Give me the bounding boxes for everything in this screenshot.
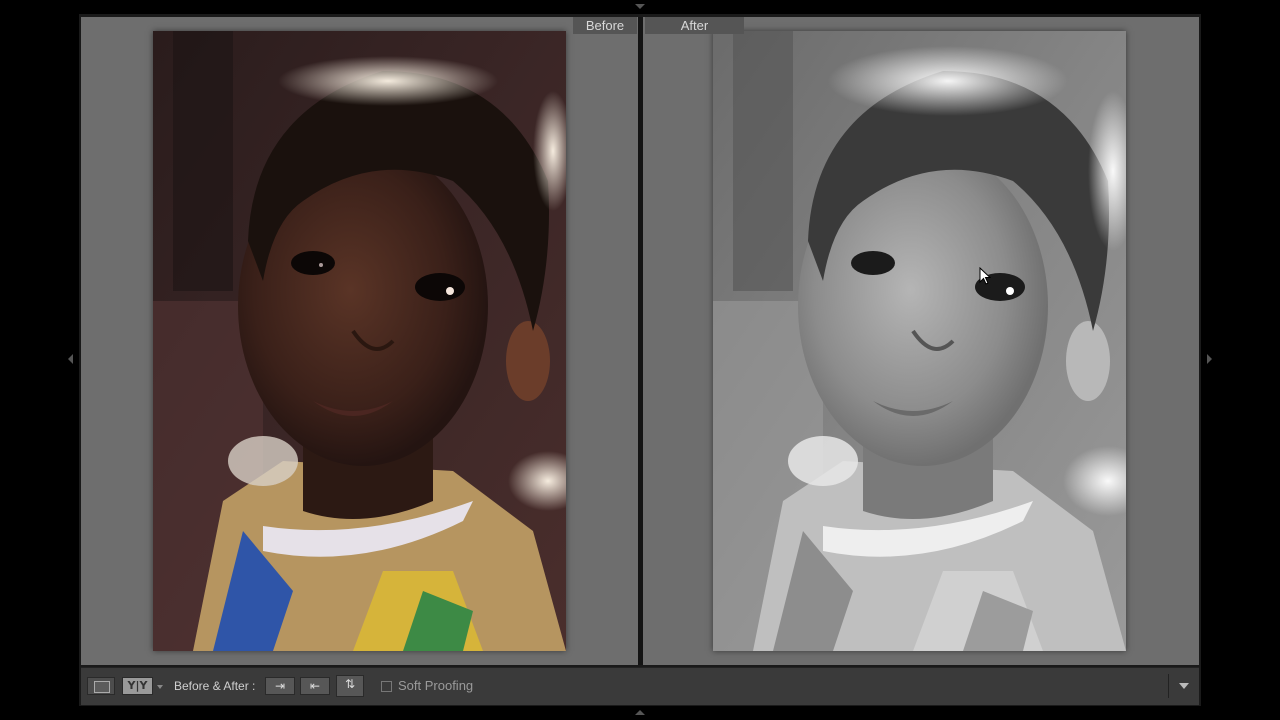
bottom-panel-toggle-icon[interactable]	[635, 710, 645, 715]
after-label: After	[645, 17, 744, 34]
copy-after-to-before-icon: ⇤	[309, 679, 321, 693]
swap-before-after-icon: ⇅	[344, 677, 356, 691]
top-panel-toggle-icon[interactable]	[635, 4, 645, 9]
soft-proofing-checkbox[interactable]	[381, 681, 392, 692]
soft-proofing-label[interactable]: Soft Proofing	[398, 677, 473, 695]
right-panel-toggle-icon[interactable]	[1207, 354, 1212, 364]
swap-before-after-button[interactable]: ⇅	[336, 675, 364, 697]
loupe-view-button[interactable]	[87, 677, 115, 695]
toolbar-separator	[1168, 674, 1169, 698]
copy-after-to-before-button[interactable]: ⇤	[300, 677, 330, 695]
after-photo[interactable]	[713, 31, 1126, 651]
before-after-view-button[interactable]: Y|Y	[122, 677, 153, 695]
copy-before-to-after-icon: ⇥	[274, 679, 286, 693]
mouse-cursor-icon	[979, 267, 991, 285]
copy-before-to-after-button[interactable]: ⇥	[265, 677, 295, 695]
loupe-view-icon	[94, 681, 110, 693]
chevron-down-icon[interactable]	[1179, 683, 1189, 689]
view-mode-dropdown-icon[interactable]	[157, 685, 163, 689]
before-label: Before	[573, 17, 637, 34]
before-photo[interactable]	[153, 31, 566, 651]
panel-divider[interactable]	[638, 17, 643, 665]
before-after-label: Before & After :	[174, 679, 256, 693]
toolbar: Y|Y Before & After : ⇥ ⇤ ⇅ Soft Proofing	[81, 667, 1199, 705]
left-panel-toggle-icon[interactable]	[68, 354, 73, 364]
